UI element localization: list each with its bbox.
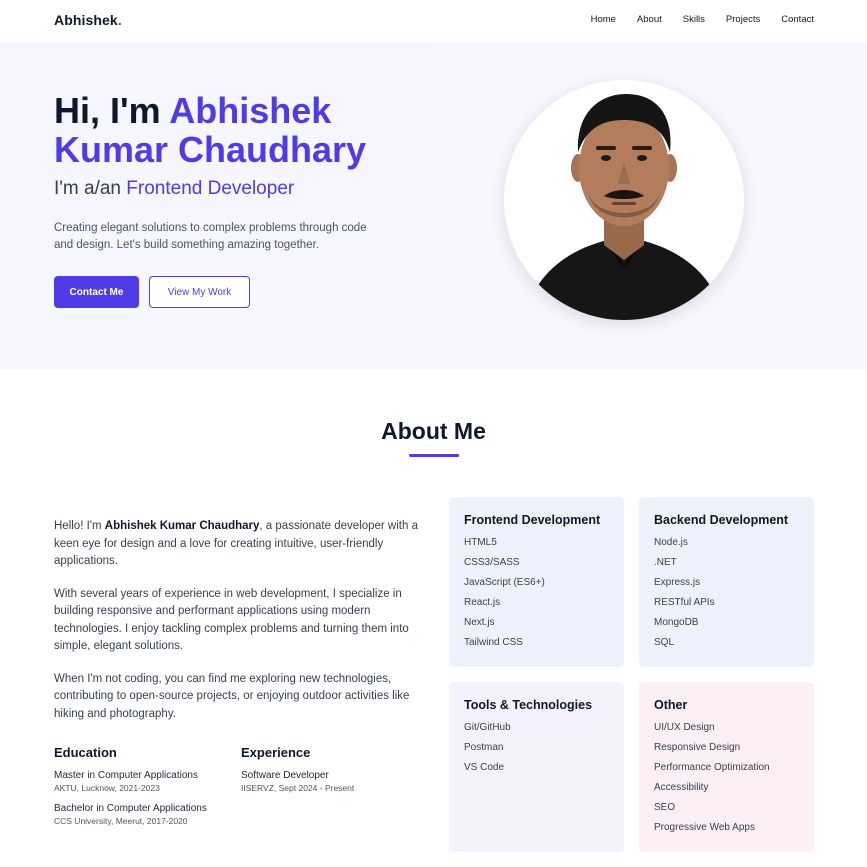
experience-entry-title: Software Developer (241, 770, 329, 781)
hero-description: Creating elegant solutions to complex pr… (54, 222, 367, 251)
skill-item: HTML5 (464, 537, 497, 548)
skill-item: Responsive Design (654, 742, 741, 753)
hero-role: Frontend Developer (126, 178, 295, 199)
skill-item: SEO (654, 802, 676, 813)
skill-item: SQL (654, 637, 675, 648)
site-logo[interactable]: Abhishek. (54, 12, 122, 28)
skill-item: React.js (464, 597, 501, 608)
about-intro: Hello! I'm Abhishek Kumar Chaudhary, a p… (54, 520, 418, 567)
hero-subtitle: I'm a/an Frontend Developer (54, 178, 295, 199)
nav-link-home[interactable]: Home (591, 14, 616, 25)
skill-card-frontend: Frontend Development HTML5 CSS3/SASS Jav… (449, 497, 624, 667)
skill-item: CSS3/SASS (464, 557, 520, 568)
skill-item: Tailwind CSS (464, 637, 523, 648)
hero-section: Hi, I'm Abhishek Kumar Chaudhary I'm a/a… (0, 42, 867, 369)
skill-list: Node.js .NET Express.js RESTful APIs Mon… (654, 533, 799, 653)
education-entry-title: Bachelor in Computer Applications (54, 803, 207, 814)
skill-item: .NET (654, 557, 677, 568)
education-entry-sub: CCS University, Meerut, 2017-2020 (54, 816, 188, 826)
skill-card-title: Tools & Technologies (464, 698, 593, 712)
experience-section: Experience Software Developer IISERVZ, S… (241, 745, 421, 793)
experience-entry-sub: IISERVZ, Sept 2024 - Present (241, 783, 355, 793)
education-heading: Education (54, 745, 117, 760)
profile-photo-illustration (504, 80, 744, 320)
skill-item: VS Code (464, 762, 505, 773)
skill-card-title: Other (654, 698, 688, 712)
about-title: About Me (381, 418, 486, 444)
about-paragraph-2: With several years of experience in web … (54, 587, 409, 653)
nav-links: Home About Skills Projects Contact (591, 14, 814, 25)
skill-item: MongoDB (654, 617, 699, 628)
skill-list: UI/UX Design Responsive Design Performan… (654, 718, 799, 838)
skill-list: HTML5 CSS3/SASS JavaScript (ES6+) React.… (464, 533, 609, 653)
skill-card-title: Backend Development (654, 513, 789, 527)
skill-item: Progressive Web Apps (654, 822, 755, 833)
skill-card-title: Frontend Development (464, 513, 601, 527)
experience-heading: Experience (241, 745, 311, 760)
skill-item: Express.js (654, 577, 701, 588)
skill-card-other: Other UI/UX Design Responsive Design Per… (639, 682, 814, 852)
nav-link-contact[interactable]: Contact (781, 14, 814, 25)
skill-item: Postman (464, 742, 504, 753)
skill-item: UI/UX Design (654, 722, 715, 733)
hero-title: Hi, I'm Abhishek Kumar Chaudhary (54, 90, 367, 170)
skill-item: Node.js (654, 537, 688, 548)
about-paragraph-3: When I'm not coding, you can find me exp… (54, 672, 410, 720)
skill-list: Git/GitHub Postman VS Code (464, 718, 609, 778)
profile-photo (504, 80, 744, 320)
contact-me-button[interactable]: Contact Me (54, 276, 139, 308)
skill-item: Git/GitHub (464, 722, 511, 733)
education-entry-title: Master in Computer Applications (54, 770, 198, 781)
nav-link-skills[interactable]: Skills (683, 14, 705, 25)
education-entry-sub: AKTU, Lucknow, 2021-2023 (54, 783, 160, 793)
skill-item: Performance Optimization (654, 762, 770, 773)
skill-item: JavaScript (ES6+) (464, 577, 545, 588)
education-section: Education Master in Computer Application… (54, 745, 234, 826)
view-my-work-button[interactable]: View My Work (149, 276, 250, 308)
skill-item: Next.js (464, 617, 495, 628)
about-title-underline (409, 454, 459, 457)
skill-card-backend: Backend Development Node.js .NET Express… (639, 497, 814, 667)
navbar: Abhishek. Home About Skills Projects Con… (0, 0, 867, 42)
about-text: Hello! I'm Abhishek Kumar Chaudhary, a p… (54, 518, 424, 738)
skill-card-tools: Tools & Technologies Git/GitHub Postman … (449, 682, 624, 852)
skill-item: RESTful APIs (654, 597, 715, 608)
skill-item: Accessibility (654, 782, 709, 793)
nav-link-projects[interactable]: Projects (726, 14, 760, 25)
nav-link-about[interactable]: About (637, 14, 662, 25)
